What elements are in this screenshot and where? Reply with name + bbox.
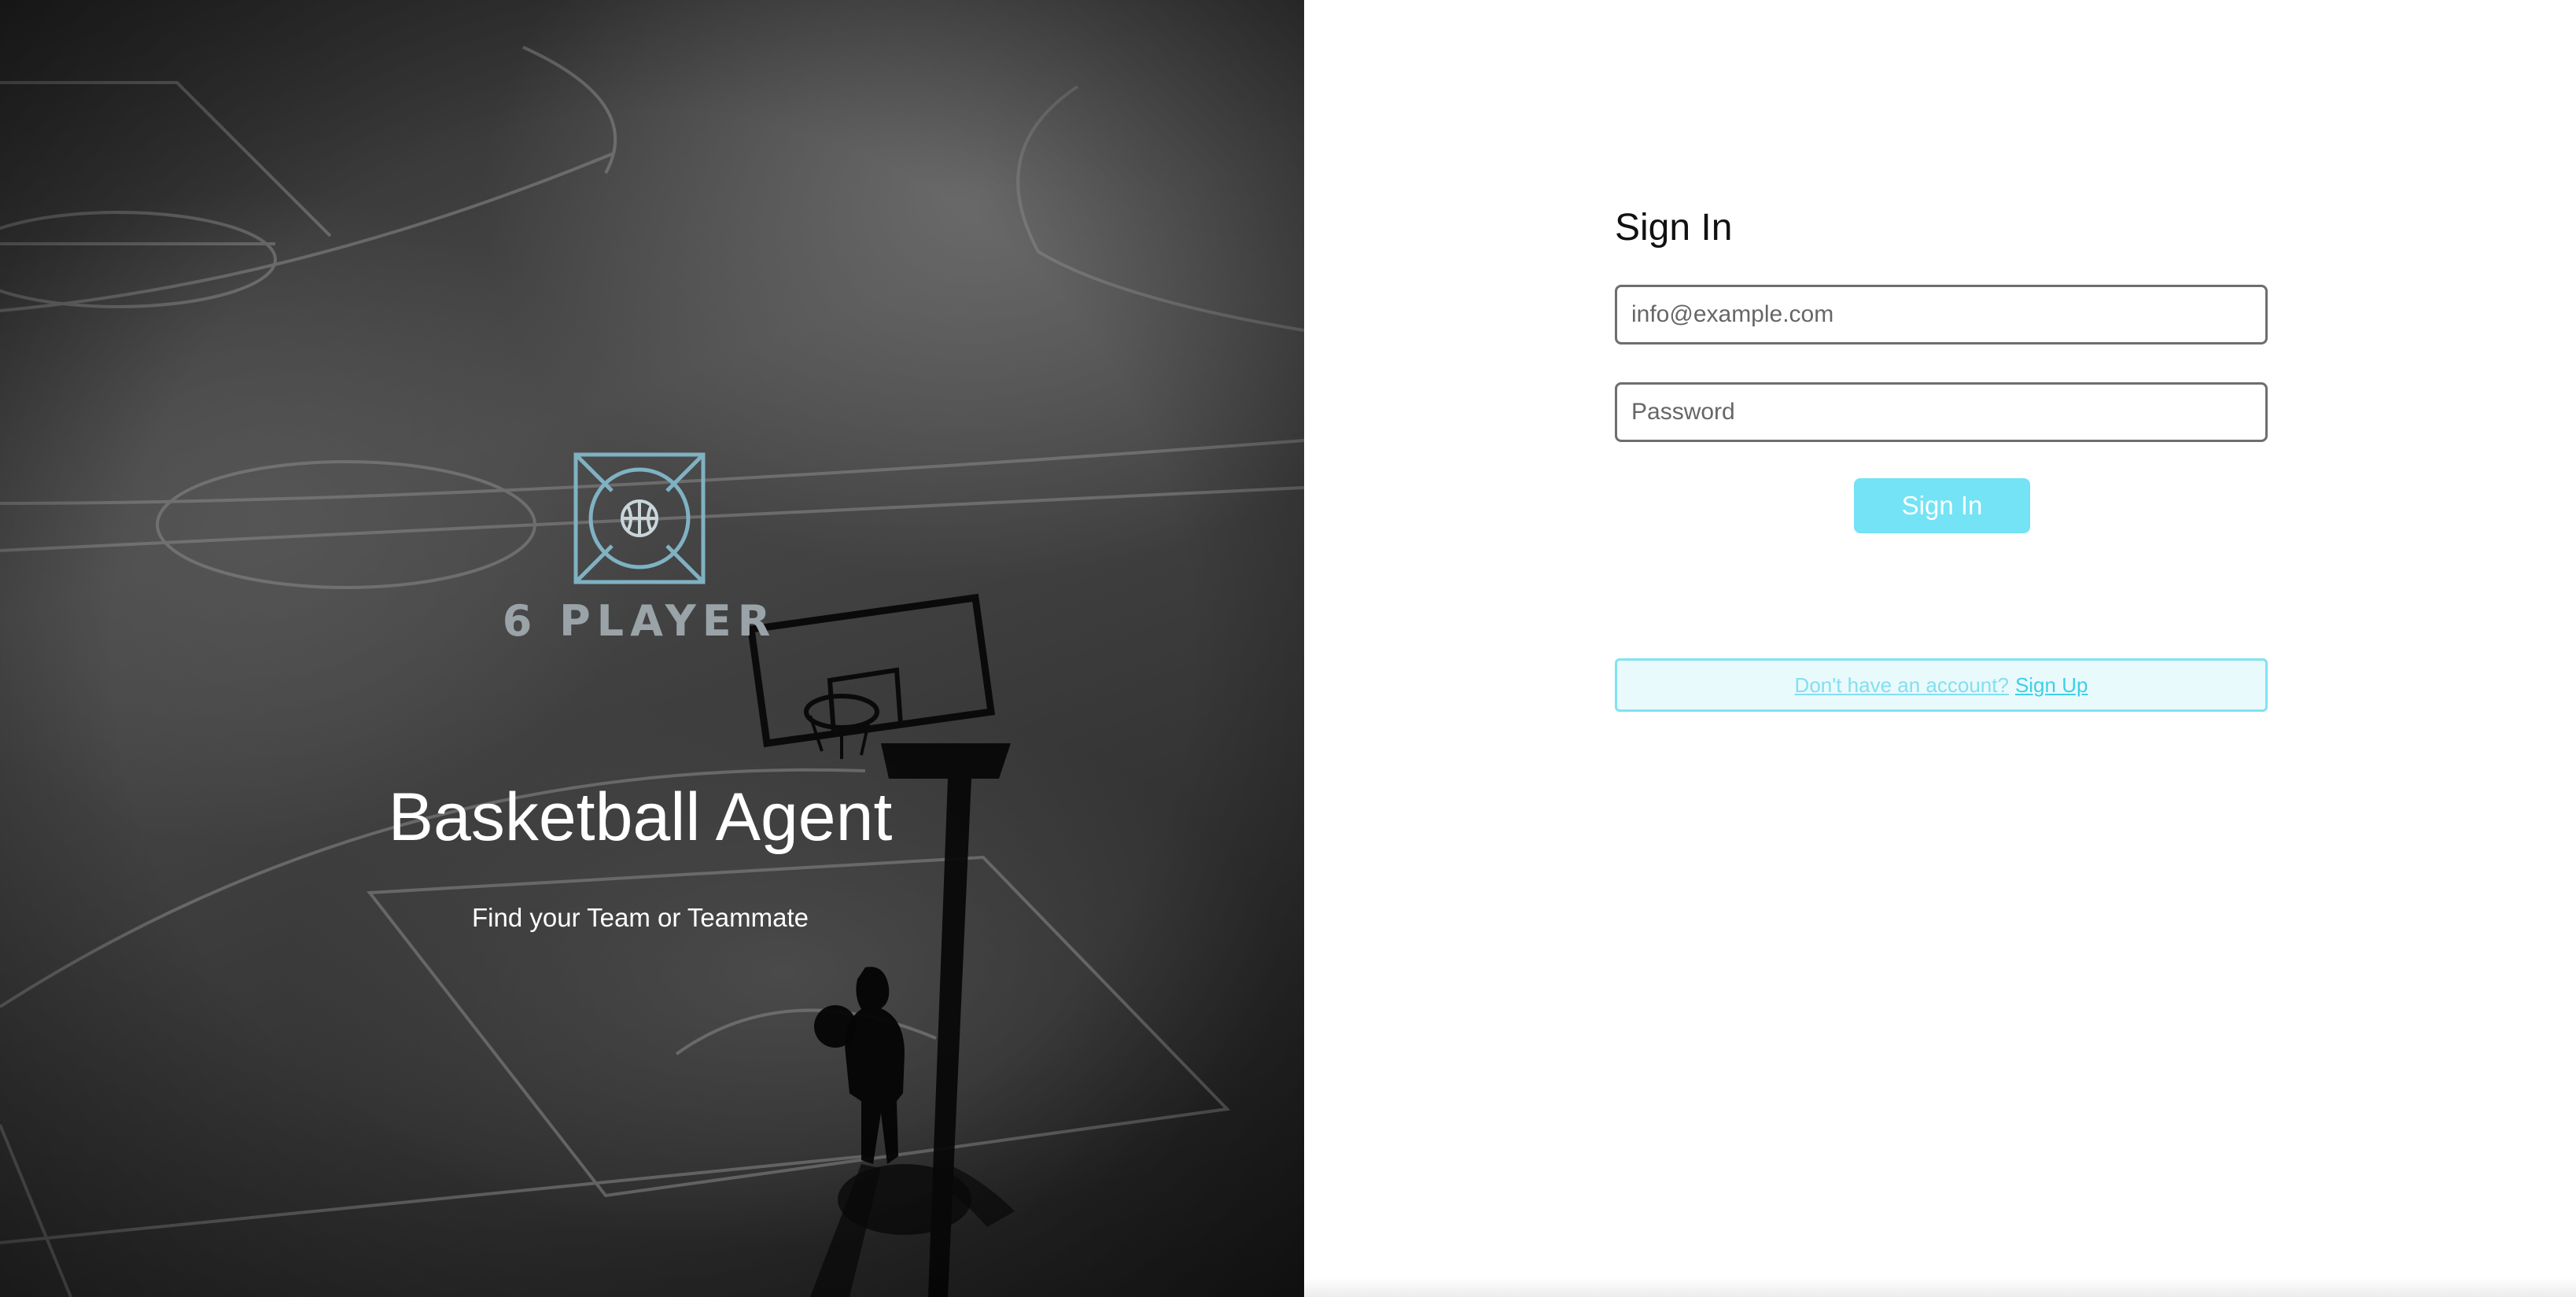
- brand-wordmark: 6 PLAYER: [502, 596, 777, 646]
- sign-up-banner: Don't have an account? Sign Up: [1615, 658, 2268, 712]
- sign-in-button[interactable]: Sign In: [1854, 478, 2030, 533]
- basketball-court-background: [0, 0, 1304, 1297]
- basketball-emblem-icon: [573, 452, 706, 584]
- bottom-shade: [1304, 1278, 2576, 1297]
- password-field[interactable]: [1615, 382, 2268, 442]
- sign-up-prompt: Don't have an account?: [1794, 673, 2009, 697]
- email-field[interactable]: [1615, 285, 2268, 345]
- sign-up-link[interactable]: Sign Up: [2015, 673, 2088, 697]
- sign-in-panel: Sign In Sign In Don't have an account?Si…: [1304, 0, 2576, 1297]
- hero-subtitle: Find your Team or Teammate: [472, 903, 809, 932]
- hero-panel: 6 PLAYER Basketball Agent Find your Team…: [0, 0, 1304, 1297]
- sign-in-page: 6 PLAYER Basketball Agent Find your Team…: [0, 0, 2576, 1297]
- hero-title: Basketball Agent: [388, 779, 893, 855]
- sign-in-heading: Sign In: [1615, 207, 1733, 249]
